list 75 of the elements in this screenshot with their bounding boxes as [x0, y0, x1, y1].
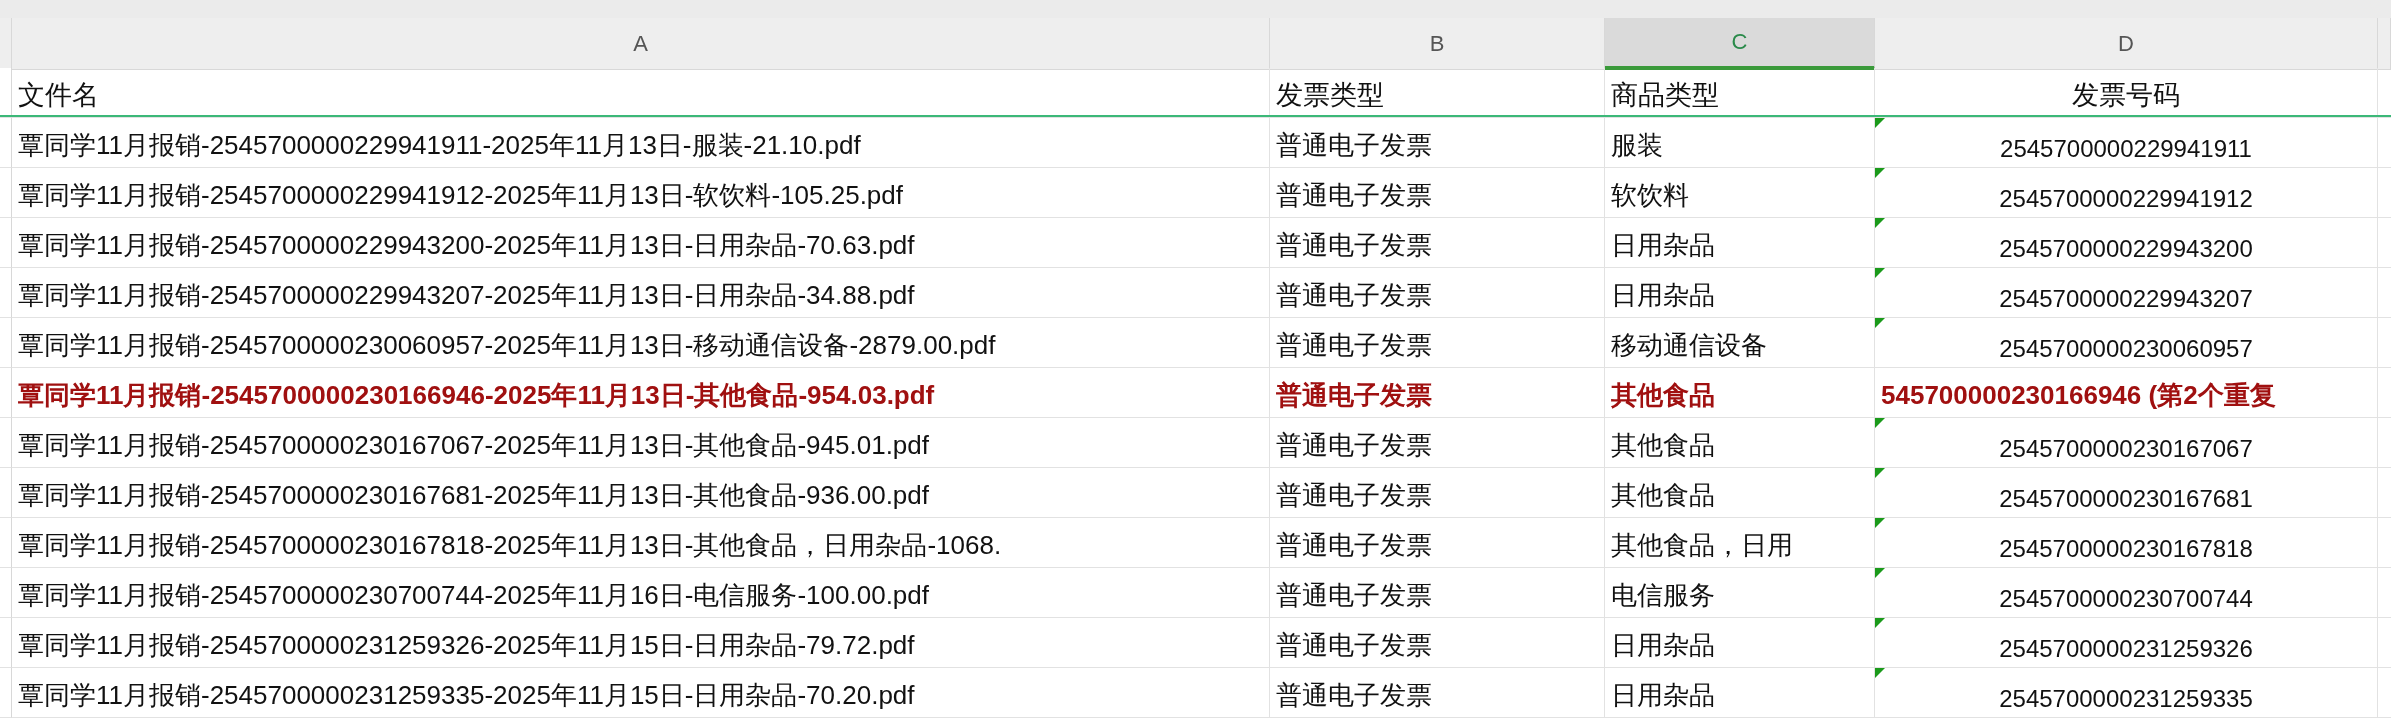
table-cell: 日用杂品 — [1605, 268, 1875, 318]
row-header[interactable] — [0, 318, 12, 368]
error-indicator-icon[interactable] — [1875, 168, 1885, 178]
table-cell: 其他食品 — [1605, 418, 1875, 468]
table-cell: 2545700000230167681 — [1875, 468, 2378, 518]
table-cell: 覃同学11月报销-2545700000230167818-2025年11月13日-其他食品，日用杂品-1068. — [12, 518, 1270, 568]
table-cell: 普通电子发票 — [1270, 518, 1605, 568]
table-cell: 电信服务 — [1605, 568, 1875, 618]
table-cell: 普通电子发票 — [1270, 618, 1605, 668]
row-header[interactable] — [0, 468, 12, 518]
table-cell: 普通电子发票 — [1270, 418, 1605, 468]
table-cell: 日用杂品 — [1605, 218, 1875, 268]
table-cell: 普通电子发票 — [1270, 318, 1605, 368]
table-cell: 2545700000229943200 — [1875, 218, 2378, 268]
table-cell: 覃同学11月报销-2545700000229943207-2025年11月13日-日用杂品-34.88.pdf — [12, 268, 1270, 318]
table-cell: 普通电子发票 — [1270, 368, 1605, 418]
column-header[interactable]: D — [1875, 18, 2378, 70]
row-header[interactable] — [0, 568, 12, 618]
table-cell: 普通电子发票 — [1270, 568, 1605, 618]
select-all-corner[interactable] — [0, 18, 12, 70]
row-header[interactable] — [0, 618, 12, 668]
table-cell: 普通电子发票 — [1270, 168, 1605, 218]
table-cell: 其他食品，日用 — [1605, 518, 1875, 568]
table-cell: 普通电子发票 — [1270, 218, 1605, 268]
column-header[interactable]: A — [12, 18, 1270, 70]
table-cell: 普通电子发票 — [1270, 268, 1605, 318]
error-indicator-icon[interactable] — [1875, 618, 1885, 628]
row-header[interactable] — [0, 368, 12, 418]
error-indicator-icon[interactable] — [1875, 268, 1885, 278]
table-cell: 移动通信设备 — [1605, 318, 1875, 368]
row-header[interactable] — [0, 118, 12, 168]
table-cell: 覃同学11月报销-2545700000230167067-2025年11月13日-其他食品-945.01.pdf — [12, 418, 1270, 468]
table-cell: 普通电子发票 — [1270, 468, 1605, 518]
table-cell: 其他食品 — [1605, 368, 1875, 418]
table-cell: 覃同学11月报销-2545700000230060957-2025年11月13日-移动通信设备-2879.00.pdf — [12, 318, 1270, 368]
table-cell: 2545700000230060957 — [1875, 318, 2378, 368]
column-header[interactable]: B — [1270, 18, 1605, 70]
table-cell: 覃同学11月报销-2545700000231259335-2025年11月15日-日用杂品-70.20.pdf — [12, 668, 1270, 718]
row-header[interactable] — [0, 168, 12, 218]
table-cell: 覃同学11月报销-2545700000229941911-2025年11月13日-服装-21.10.pdf — [12, 118, 1270, 168]
table-cell: 2545700000231259335 — [1875, 668, 2378, 718]
row-header[interactable] — [0, 218, 12, 268]
error-indicator-icon[interactable] — [1875, 468, 1885, 478]
table-cell: 覃同学11月报销-2545700000229943200-2025年11月13日-日用杂品-70.63.pdf — [12, 218, 1270, 268]
table-cell: 2545700000230167818 — [1875, 518, 2378, 568]
table-cell: 2545700000230167067 — [1875, 418, 2378, 468]
table-cell: 2545700000229943207 — [1875, 268, 2378, 318]
table-cell: 2545700000230700744 — [1875, 568, 2378, 618]
table-cell: 普通电子发票 — [1270, 668, 1605, 718]
error-indicator-icon[interactable] — [1875, 668, 1885, 678]
error-indicator-icon[interactable] — [1875, 568, 1885, 578]
table-cell: 软饮料 — [1605, 168, 1875, 218]
table-cell: 覃同学11月报销-2545700000229941912-2025年11月13日-软饮料-105.25.pdf — [12, 168, 1270, 218]
table-cell: 日用杂品 — [1605, 668, 1875, 718]
table-cell: 其他食品 — [1605, 468, 1875, 518]
error-indicator-icon[interactable] — [1875, 418, 1885, 428]
table-cell: 覃同学11月报销-2545700000230167681-2025年11月13日-其他食品-936.00.pdf — [12, 468, 1270, 518]
table-cell: 545700000230166946 (第2个重复 — [1875, 368, 2378, 418]
row-header[interactable] — [0, 518, 12, 568]
table-cell: 覃同学11月报销-2545700000230166946-2025年11月13日-其他食品-954.03.pdf — [12, 368, 1270, 418]
row-header[interactable] — [0, 668, 12, 718]
row-header[interactable] — [0, 68, 12, 118]
table-cell: 覃同学11月报销-2545700000231259326-2025年11月15日-日用杂品-79.72.pdf — [12, 618, 1270, 668]
table-cell: 2545700000229941912 — [1875, 168, 2378, 218]
table-cell: 服装 — [1605, 118, 1875, 168]
table-cell: 普通电子发票 — [1270, 118, 1605, 168]
table-cell: 覃同学11月报销-2545700000230700744-2025年11月16日-电信服务-100.00.pdf — [12, 568, 1270, 618]
error-indicator-icon[interactable] — [1875, 218, 1885, 228]
column-header[interactable] — [2378, 18, 2391, 70]
table-cell: 2545700000231259326 — [1875, 618, 2378, 668]
error-indicator-icon[interactable] — [1875, 518, 1885, 528]
error-indicator-icon[interactable] — [1875, 318, 1885, 328]
row-header[interactable] — [0, 268, 12, 318]
table-cell: 日用杂品 — [1605, 618, 1875, 668]
row-header[interactable] — [0, 418, 12, 468]
